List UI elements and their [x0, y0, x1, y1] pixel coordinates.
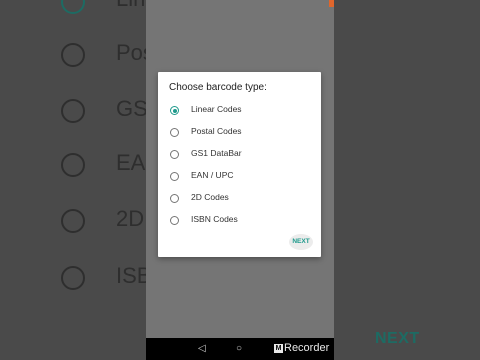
background-row: ISBN — [0, 249, 146, 305]
background-row-label: Posta — [116, 40, 146, 65]
background-row-label: Line — [116, 0, 146, 12]
back-icon[interactable]: ◁ — [198, 343, 206, 354]
background-row-label: GS — [116, 96, 146, 121]
option-label: ISBN Codes — [191, 214, 238, 224]
option-label: 2D Codes — [191, 192, 229, 202]
status-indicator — [329, 0, 334, 7]
radio-icon — [61, 43, 85, 67]
home-icon[interactable]: ○ — [236, 343, 242, 354]
radio-icon[interactable] — [170, 128, 179, 137]
radio-icon — [61, 0, 85, 14]
option-linear-codes[interactable]: Linear Codes — [158, 101, 321, 123]
radio-icon[interactable] — [170, 150, 179, 159]
radio-icon — [61, 153, 85, 177]
option-gs1-databar[interactable]: GS1 DataBar — [158, 145, 321, 167]
radio-icon — [61, 266, 85, 290]
option-label: GS1 DataBar — [191, 148, 242, 158]
background-row: Line — [0, 0, 146, 28]
radio-icon[interactable] — [170, 216, 179, 225]
radio-checked-icon[interactable] — [170, 106, 179, 115]
recorder-label: Recorder — [284, 342, 330, 354]
recorder-watermark: M Recorder — [274, 342, 329, 354]
option-isbn-codes[interactable]: ISBN Codes — [158, 211, 321, 233]
phone-screen: Choose barcode type: Linear Codes Postal… — [146, 0, 334, 360]
background-row-label: ISBN — [116, 263, 146, 288]
option-ean-upc[interactable]: EAN / UPC — [158, 167, 321, 189]
option-label: Linear Codes — [191, 104, 242, 114]
radio-icon[interactable] — [170, 194, 179, 203]
background-next-label: NEXT — [375, 330, 420, 347]
option-label: Postal Codes — [191, 126, 242, 136]
option-postal-codes[interactable]: Postal Codes — [158, 123, 321, 145]
background-row: EAN — [0, 138, 146, 194]
recorder-logo-icon: M — [274, 343, 283, 353]
navigation-bar: ◁ ○ M Recorder — [146, 338, 334, 360]
radio-icon[interactable] — [170, 172, 179, 181]
background-row: Posta — [0, 25, 146, 81]
background-row: GS — [0, 82, 146, 138]
option-2d-codes[interactable]: 2D Codes — [158, 189, 321, 211]
radio-icon — [61, 99, 85, 123]
background-right-panel: NEXT — [334, 0, 480, 360]
option-label: EAN / UPC — [191, 170, 234, 180]
background-row: 2D — [0, 193, 146, 249]
background-row-label: EAN — [116, 150, 146, 175]
background-left-panel: Line Posta GS EAN 2D ISBN — [0, 0, 146, 360]
radio-icon — [61, 209, 85, 233]
next-button[interactable]: NEXT — [289, 234, 313, 250]
barcode-type-dialog: Choose barcode type: Linear Codes Postal… — [158, 72, 321, 257]
background-row-label: 2D — [116, 206, 145, 231]
dialog-title: Choose barcode type: — [169, 82, 267, 93]
